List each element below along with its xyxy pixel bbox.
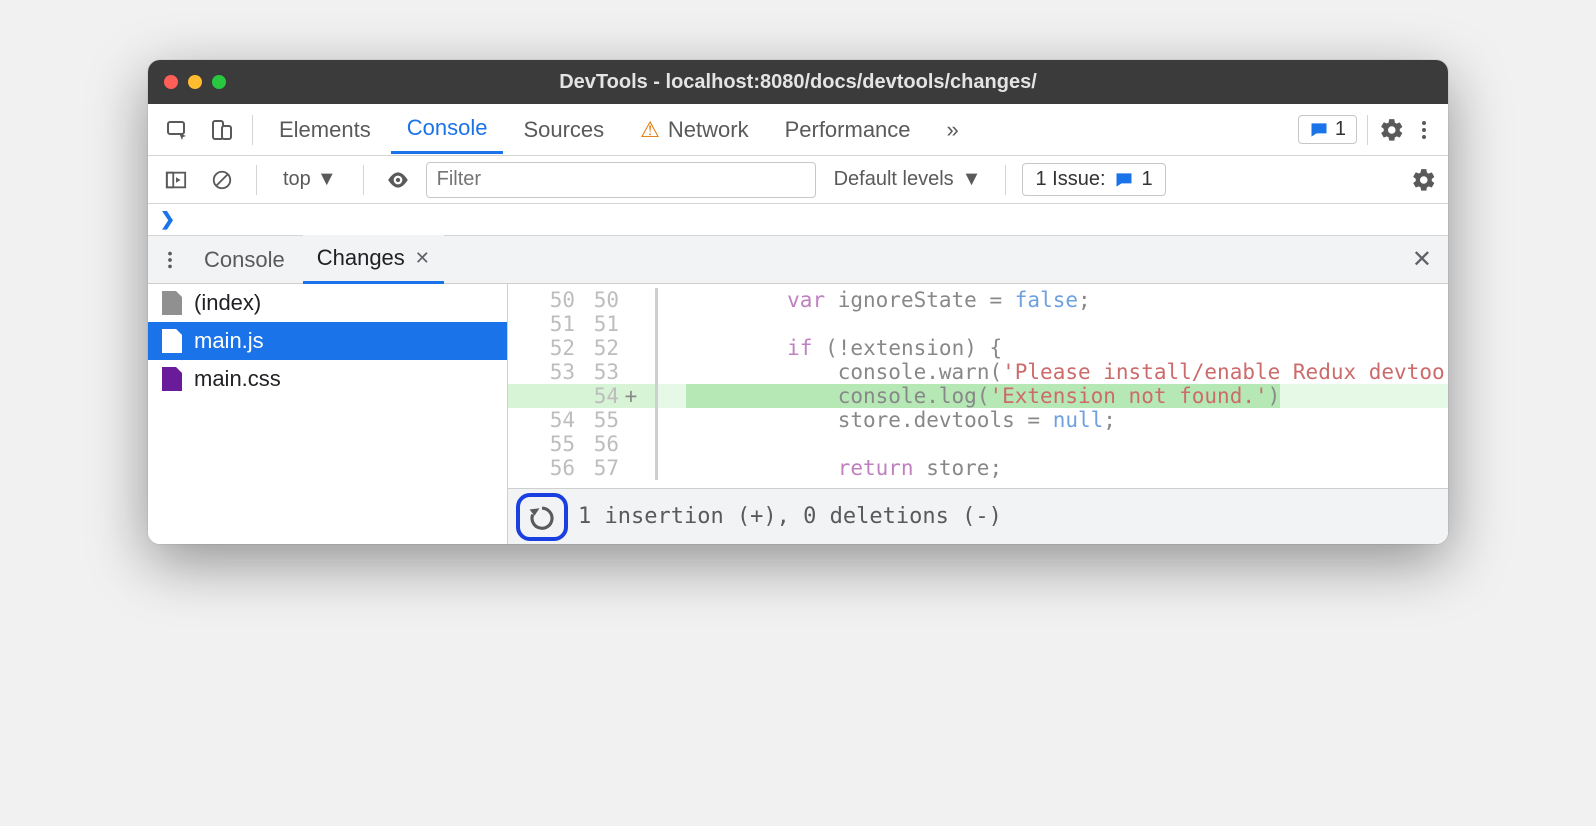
- console-prompt[interactable]: ❯: [148, 204, 1448, 236]
- code-content: console.warn('Please install/enable Redu…: [658, 360, 1448, 384]
- close-window-button[interactable]: [164, 75, 178, 89]
- file-row[interactable]: (index): [148, 284, 507, 322]
- revert-button[interactable]: [516, 493, 568, 541]
- diff-line: 5151: [508, 312, 1448, 336]
- issues-count: 1: [1142, 168, 1153, 191]
- diff-line: 5050 var ignoreState = false;: [508, 288, 1448, 312]
- separator: [252, 115, 253, 145]
- file-name-label: (index): [194, 290, 261, 316]
- code-content: if (!extension) {: [658, 336, 1448, 360]
- gutter: 5657: [508, 456, 658, 480]
- tab-console[interactable]: Console: [391, 105, 504, 154]
- diff-line: 5657 return store;: [508, 456, 1448, 480]
- more-tabs-button[interactable]: »: [931, 107, 975, 153]
- changes-status-bar: 1 insertion (+), 0 deletions (-): [508, 488, 1448, 544]
- drawer-tab-changes[interactable]: Changes ✕: [303, 235, 444, 284]
- console-filter-input[interactable]: [426, 162, 816, 198]
- clear-console-icon[interactable]: [204, 162, 240, 198]
- code-content: [658, 432, 1448, 456]
- gutter: 54+: [508, 384, 658, 408]
- code-content: [658, 312, 1448, 336]
- changes-workspace: (index) main.js main.css 5050 var ignoreSt…: [148, 284, 1448, 544]
- changes-summary: 1 insertion (+), 0 deletions (-): [578, 504, 1002, 529]
- tab-performance[interactable]: Performance: [769, 107, 927, 153]
- diff-line: 54+ console.log('Extension not found.'): [508, 384, 1448, 408]
- zoom-window-button[interactable]: [212, 75, 226, 89]
- messages-badge[interactable]: 1: [1298, 115, 1357, 144]
- console-settings-icon[interactable]: [1410, 166, 1438, 194]
- main-tab-bar: Elements Console Sources ⚠ Network Perfor…: [148, 104, 1448, 156]
- close-drawer-icon[interactable]: ✕: [1412, 245, 1442, 274]
- messages-count: 1: [1335, 118, 1346, 141]
- issues-label: 1 Issue:: [1035, 168, 1105, 191]
- gutter: 5252: [508, 336, 658, 360]
- gutter: 5050: [508, 288, 658, 312]
- gutter: 5556: [508, 432, 658, 456]
- tab-network[interactable]: ⚠ Network: [624, 107, 764, 153]
- chevron-down-icon: ▼: [962, 168, 982, 191]
- console-toolbar: top ▼ Default levels ▼ 1 Issue: 1: [148, 156, 1448, 204]
- gutter: 5455: [508, 408, 658, 432]
- tab-sources[interactable]: Sources: [507, 107, 620, 153]
- settings-icon[interactable]: [1378, 116, 1406, 144]
- file-row[interactable]: main.js: [148, 322, 507, 360]
- drawer-tab-bar: Console Changes ✕ ✕: [148, 236, 1448, 284]
- tab-elements[interactable]: Elements: [263, 107, 387, 153]
- diff-line: 5455 store.devtools = null;: [508, 408, 1448, 432]
- file-icon: [162, 291, 182, 315]
- drawer-tab-console[interactable]: Console: [190, 237, 299, 283]
- minimize-window-button[interactable]: [188, 75, 202, 89]
- file-row[interactable]: main.css: [148, 360, 507, 398]
- devtools-window: DevTools - localhost:8080/docs/devtools/…: [148, 60, 1448, 544]
- separator: [363, 165, 364, 195]
- execution-context-selector[interactable]: top ▼: [273, 164, 347, 195]
- drawer-tab-changes-label: Changes: [317, 245, 405, 271]
- file-icon: [162, 367, 182, 391]
- gutter: 5151: [508, 312, 658, 336]
- diff-line: 5556: [508, 432, 1448, 456]
- toggle-sidebar-icon[interactable]: [158, 162, 194, 198]
- inspect-element-icon[interactable]: [158, 112, 198, 148]
- levels-label: Default levels: [834, 168, 954, 191]
- prompt-chevron-icon: ❯: [160, 209, 175, 230]
- close-tab-icon[interactable]: ✕: [415, 248, 430, 269]
- diff-line: 5353 console.warn('Please install/enable…: [508, 360, 1448, 384]
- separator: [256, 165, 257, 195]
- window-title: DevTools - localhost:8080/docs/devtools/…: [148, 71, 1448, 94]
- file-name-label: main.css: [194, 366, 281, 392]
- file-icon: [162, 329, 182, 353]
- kebab-menu-icon[interactable]: [1410, 116, 1438, 144]
- warning-icon: ⚠: [640, 117, 660, 142]
- tab-network-label: Network: [668, 117, 749, 142]
- code-content: return store;: [658, 456, 1448, 480]
- code-content: console.log('Extension not found.'): [658, 384, 1448, 408]
- code-content: var ignoreState = false;: [658, 288, 1448, 312]
- file-name-label: main.js: [194, 328, 264, 354]
- diff-view: 5050 var ignoreState = false;51515252 if…: [508, 284, 1448, 544]
- gutter: 5353: [508, 360, 658, 384]
- issues-button[interactable]: 1 Issue: 1: [1022, 163, 1165, 196]
- drawer-kebab-icon[interactable]: [154, 246, 186, 274]
- window-titlebar: DevTools - localhost:8080/docs/devtools/…: [148, 60, 1448, 104]
- separator: [1005, 165, 1006, 195]
- changed-files-sidebar: (index) main.js main.css: [148, 284, 508, 544]
- live-expression-icon[interactable]: [380, 162, 416, 198]
- separator: [1367, 115, 1368, 145]
- context-label: top: [283, 168, 311, 191]
- diff-line: 5252 if (!extension) {: [508, 336, 1448, 360]
- code-content: store.devtools = null;: [658, 408, 1448, 432]
- log-levels-selector[interactable]: Default levels ▼: [826, 168, 990, 191]
- traffic-lights: [164, 75, 226, 89]
- chevron-down-icon: ▼: [317, 168, 337, 191]
- device-toolbar-icon[interactable]: [202, 112, 242, 148]
